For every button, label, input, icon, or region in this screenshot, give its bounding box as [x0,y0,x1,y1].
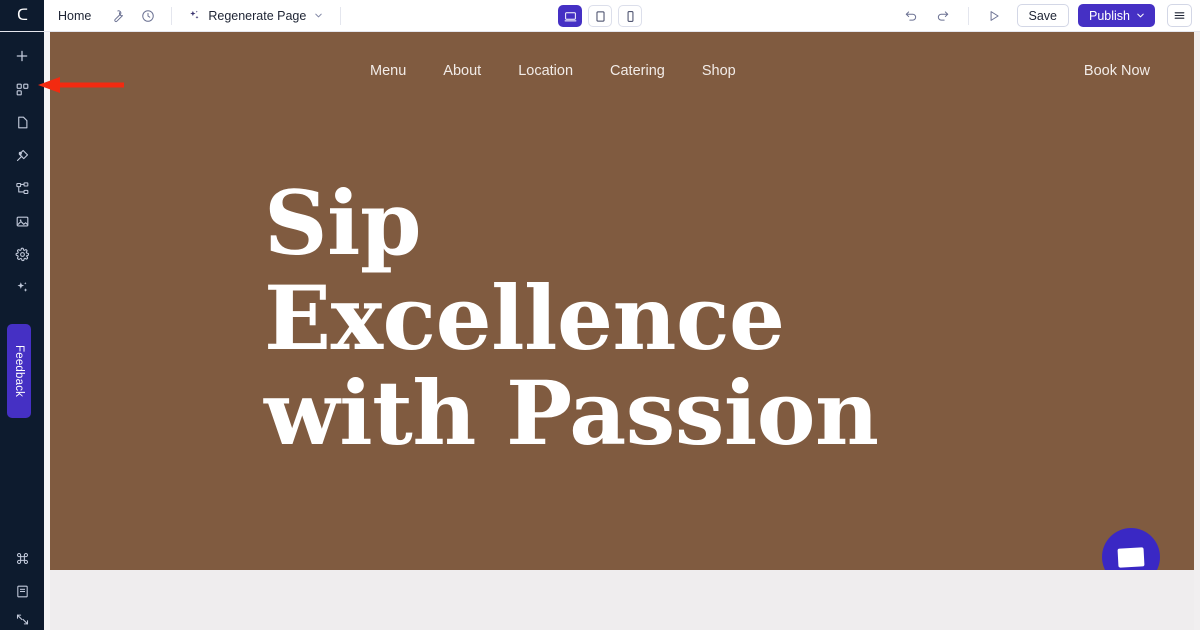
device-toggle-tablet[interactable] [588,5,612,27]
nav-link-about[interactable]: About [443,63,518,79]
feedback-tab[interactable]: Feedback [7,324,31,418]
website-preview: Menu About Location Catering Shop Book N… [50,32,1194,630]
sidebar-top-items [9,32,35,299]
toolbar-divider-2 [340,6,342,25]
nav-link-shop[interactable]: Shop [702,63,773,79]
sidebar-item-settings[interactable] [9,242,35,266]
nav-link-catering[interactable]: Catering [610,63,702,79]
app-logo[interactable]: ᑐ [0,0,44,31]
canvas-gutter [44,32,50,630]
sidebar-item-theme[interactable] [9,143,35,167]
sidebar-item-layers[interactable] [9,176,35,200]
toolbar-right-group: Save Publish [896,0,1200,31]
device-toggle-mobile[interactable] [618,5,642,27]
toolbar-left-group: Home Regenerate Page [44,0,349,31]
sidebar-item-media[interactable] [9,209,35,233]
redo-icon[interactable] [928,4,958,28]
top-toolbar: ᑐ Home Regenerate Page Save Publish [0,0,1200,32]
next-section-placeholder [50,570,1194,630]
hero-heading: Sip Excellence with Passion [264,171,1194,466]
canvas-area: Menu About Location Catering Shop Book N… [44,32,1200,630]
device-toggle-group [558,0,642,32]
preview-play-icon[interactable] [979,4,1009,28]
sidebar-item-docs[interactable] [9,579,35,603]
feedback-label: Feedback [13,344,25,398]
hero-section: Menu About Location Catering Shop Book N… [50,32,1194,570]
regenerate-page-label: Regenerate Page [208,8,307,23]
sparkles-icon [188,9,201,22]
hero-heading-line-2: Excellence [264,266,785,371]
workspace: Feedback Menu About Location Catering Sh… [0,32,1200,630]
chevron-down-icon [313,10,324,21]
current-page-name[interactable]: Home [54,9,103,23]
chat-bubble-button[interactable] [1102,528,1160,570]
undo-icon[interactable] [896,4,926,28]
site-builder-app: ᑐ Home Regenerate Page Save Publish Feed… [0,0,1200,630]
publish-label: Publish [1089,8,1130,23]
left-sidebar: Feedback [0,32,44,630]
sidebar-item-collapse[interactable] [9,612,35,626]
device-toggle-desktop[interactable] [558,5,582,27]
sidebar-item-ai[interactable] [9,275,35,299]
history-icon[interactable] [133,4,163,28]
sidebar-item-pages[interactable] [9,110,35,134]
toolbar-divider-3 [967,6,969,25]
save-button[interactable]: Save [1016,4,1069,27]
wrench-icon[interactable] [103,4,133,28]
hero-heading-line-1: Sip [264,171,422,275]
sidebar-item-shortcuts[interactable] [9,546,35,570]
sidebar-item-components[interactable] [9,77,35,101]
brand-logo-icon: ᑐ [16,6,28,24]
nav-link-location[interactable]: Location [518,63,610,79]
site-navbar: Menu About Location Catering Shop Book N… [50,32,1194,110]
sidebar-bottom-items [9,546,35,630]
publish-button[interactable]: Publish [1078,4,1155,27]
hamburger-menu-icon[interactable] [1167,4,1192,27]
chevron-down-icon [1135,10,1146,21]
regenerate-page-button[interactable]: Regenerate Page [180,4,332,28]
nav-link-menu[interactable]: Menu [370,63,443,79]
book-now-link[interactable]: Book Now [1084,63,1150,79]
nav-links: Menu About Location Catering Shop [370,63,773,79]
hero-heading-line-3: with Passion [264,361,879,466]
chat-bubble-icon [1117,546,1145,568]
toolbar-divider [171,6,173,25]
sidebar-item-add[interactable] [9,44,35,68]
